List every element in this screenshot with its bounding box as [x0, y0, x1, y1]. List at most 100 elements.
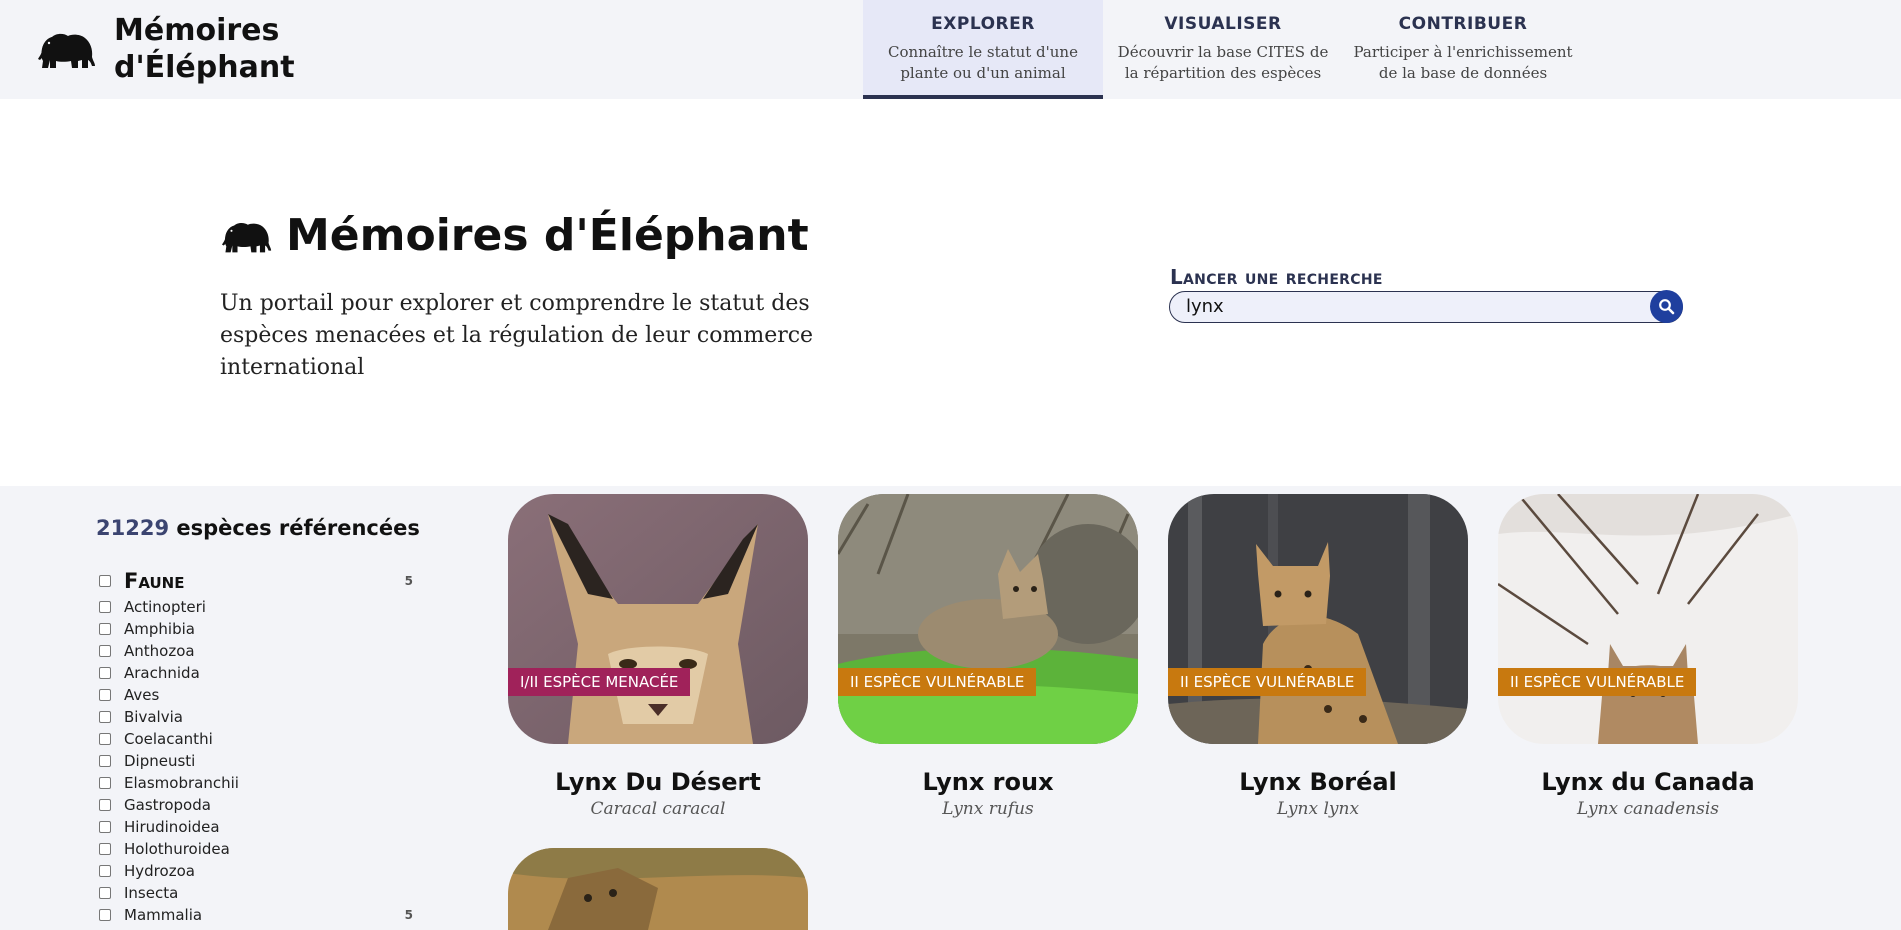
filter-checkbox[interactable] — [99, 645, 111, 657]
filter-label: Actinopteri — [124, 598, 206, 616]
species-name: Lynx roux — [922, 768, 1054, 796]
caracal-photo — [508, 494, 808, 744]
filter-item[interactable]: Bivalvia — [99, 706, 413, 728]
elephant-icon — [38, 33, 95, 68]
species-card[interactable]: II ESPÈCE VULNÉRABLE Lynx Boréal Lynx ly… — [1168, 494, 1468, 819]
filter-label: Elasmobranchii — [124, 774, 239, 792]
filter-label: Insecta — [124, 884, 179, 902]
eurasian-lynx-photo — [1168, 494, 1468, 744]
filter-item[interactable]: Amphibia — [99, 618, 413, 640]
nav-visualiser-title: VISUALISER — [1164, 14, 1282, 34]
filter-label: Coelacanthi — [124, 730, 213, 748]
bobcat-photo — [838, 494, 1138, 744]
canada-lynx-photo — [1498, 494, 1798, 744]
filter-label: Bivalvia — [124, 708, 183, 726]
filter-checkbox[interactable] — [99, 601, 111, 613]
filter-item[interactable]: Actinopteri — [99, 596, 413, 618]
filter-label: Arachnida — [124, 664, 200, 682]
nav-explorer-title: EXPLORER — [931, 14, 1035, 34]
search-box — [1169, 290, 1683, 323]
filter-panel: Faune 5 Actinopteri Amphibia Anthozoa Ar… — [99, 568, 413, 926]
filter-checkbox[interactable] — [99, 755, 111, 767]
hero-heading: Mémoires d'Éléphant — [286, 210, 809, 261]
filter-label: Dipneusti — [124, 752, 196, 770]
elephant-icon — [222, 222, 272, 252]
filter-item[interactable]: Insecta — [99, 882, 413, 904]
status-badge: I/II ESPÈCE MENACÉE — [508, 668, 691, 696]
nav-explorer[interactable]: EXPLORER Connaître le statut d'une plant… — [863, 0, 1103, 99]
species-scientific-name: Lynx rufus — [942, 799, 1034, 819]
filter-item[interactable]: Anthozoa — [99, 640, 413, 662]
filter-label: Holothuroidea — [124, 840, 230, 858]
status-badge: II ESPÈCE VULNÉRABLE — [1168, 668, 1367, 696]
hero-subtitle: Un portail pour explorer et comprendre l… — [220, 291, 814, 380]
nav-visualiser-subtitle: Découvrir la base CITES de la répartitio… — [1117, 43, 1329, 82]
status-badge: II ESPÈCE VULNÉRABLE — [838, 668, 1037, 696]
brand-name: Mémoires d'Éléphant — [114, 12, 314, 86]
species-photo[interactable]: I/II ESPÈCE MENACÉE — [508, 494, 808, 744]
filter-checkbox[interactable] — [99, 887, 111, 899]
species-photo[interactable]: II ESPÈCE VULNÉRABLE — [1498, 494, 1798, 744]
filter-checkbox[interactable] — [99, 777, 111, 789]
filter-item[interactable]: Hydrozoa — [99, 860, 413, 882]
filter-label: Anthozoa — [124, 642, 195, 660]
species-card[interactable]: I/II ESPÈCE MENACÉE Lynx Du Désert Carac… — [508, 494, 808, 819]
brand-name-line1: Mémoires — [114, 13, 280, 48]
species-photo[interactable]: II ESPÈCE VULNÉRABLE — [1168, 494, 1468, 744]
search-input[interactable] — [1186, 292, 1626, 321]
main-nav: EXPLORER Connaître le statut d'une plant… — [863, 0, 1583, 99]
species-photo[interactable]: II ESPÈCE VULNÉRABLE — [838, 494, 1138, 744]
filter-item[interactable]: Coelacanthi — [99, 728, 413, 750]
filter-label: Amphibia — [124, 620, 195, 638]
iberian-lynx-photo — [508, 848, 808, 930]
species-count-label: espèces référencées — [176, 516, 420, 540]
filter-checkbox[interactable] — [99, 909, 111, 921]
species-photo-partial[interactable] — [508, 848, 808, 930]
species-scientific-name: Lynx canadensis — [1576, 799, 1720, 819]
status-badge: II ESPÈCE VULNÉRABLE — [1498, 668, 1697, 696]
filter-checkbox[interactable] — [99, 711, 111, 723]
results-section: 21229 espèces référencées Faune 5 Actino… — [0, 486, 1901, 930]
filter-checkbox[interactable] — [99, 623, 111, 635]
filter-item[interactable]: Dipneusti — [99, 750, 413, 772]
nav-contribuer-subtitle: Participer à l'enrichissement de la base… — [1353, 43, 1573, 82]
filter-checkbox[interactable] — [99, 821, 111, 833]
filter-checkbox[interactable] — [99, 689, 111, 701]
filter-item[interactable]: Arachnida — [99, 662, 413, 684]
filter-item[interactable]: Aves — [99, 684, 413, 706]
species-scientific-name: Lynx lynx — [1276, 799, 1360, 819]
filter-label: Hydrozoa — [124, 862, 195, 880]
filter-checkbox[interactable] — [99, 799, 111, 811]
filter-checkbox[interactable] — [99, 843, 111, 855]
filter-checkbox[interactable] — [99, 733, 111, 745]
filter-count: 5 — [404, 908, 413, 922]
filter-checkbox[interactable] — [99, 575, 111, 587]
species-card[interactable]: II ESPÈCE VULNÉRABLE Lynx du Canada Lynx… — [1498, 494, 1798, 819]
nav-contribuer[interactable]: CONTRIBUER Participer à l'enrichissement… — [1343, 0, 1583, 99]
filter-label: Gastropoda — [124, 796, 211, 814]
nav-visualiser[interactable]: VISUALISER Découvrir la base CITES de la… — [1103, 0, 1343, 99]
filter-item[interactable]: Hirudinoidea — [99, 816, 413, 838]
brand-name-line2: d'Éléphant — [114, 50, 295, 85]
filter-checkbox[interactable] — [99, 865, 111, 877]
filter-label: Aves — [124, 686, 160, 704]
nav-contribuer-title: CONTRIBUER — [1398, 14, 1528, 34]
filter-item[interactable]: Mammalia 5 — [99, 904, 413, 926]
hero-title: Mémoires d'Éléphant — [222, 210, 809, 261]
species-name: Lynx Du Désert — [555, 768, 761, 796]
filter-group-count: 5 — [404, 574, 413, 588]
filter-item[interactable]: Holothuroidea — [99, 838, 413, 860]
filter-item[interactable]: Elasmobranchii — [99, 772, 413, 794]
filter-item[interactable]: Gastropoda — [99, 794, 413, 816]
filter-label: Mammalia — [124, 906, 203, 924]
species-name: Lynx Boréal — [1239, 768, 1397, 796]
search-button[interactable] — [1650, 290, 1683, 323]
filter-label: Hirudinoidea — [124, 818, 220, 836]
top-header: Mémoires d'Éléphant EXPLORER Connaître l… — [0, 0, 1901, 99]
species-scientific-name: Caracal caracal — [590, 799, 726, 819]
filter-group-faune[interactable]: Faune 5 — [99, 568, 413, 594]
magnifier-icon — [1659, 299, 1675, 315]
species-card[interactable]: II ESPÈCE VULNÉRABLE Lynx roux Lynx rufu… — [838, 494, 1138, 819]
brand-logo[interactable]: Mémoires d'Éléphant — [38, 12, 314, 86]
filter-checkbox[interactable] — [99, 667, 111, 679]
